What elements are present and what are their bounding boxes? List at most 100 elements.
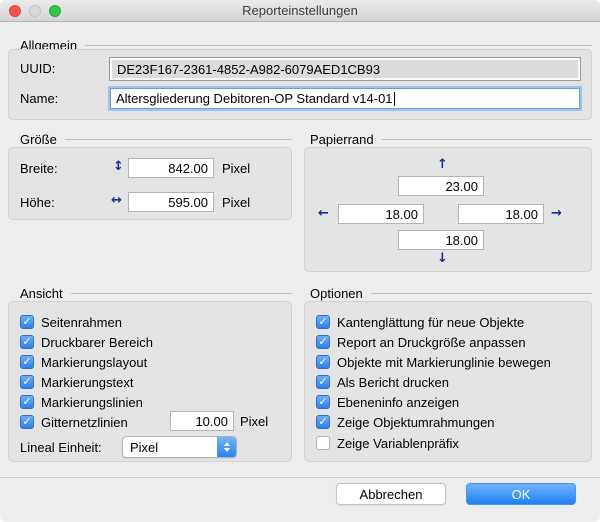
checkbox-label: Gitternetzlinien [41,415,128,430]
optionen-heading: Optionen [310,285,592,301]
heading-rule [71,293,292,294]
check-icon: ✓ [318,375,327,389]
checkbox-label: Markierungslayout [41,355,147,370]
checkbox-row-markierungslinien: ✓ Markierungslinien [20,394,143,410]
checkbox-label: Objekte mit Markierunglinie bewegen [337,355,551,370]
ok-button[interactable]: OK [466,483,576,505]
checkbox-label: Report an Druckgröße anpassen [337,335,526,350]
title-bar: Reporteinstellungen [0,0,600,22]
popup-selected-value: Pixel [123,440,217,455]
checkbox-label: Seitenrahmen [41,315,122,330]
lineal-einheit-popup[interactable]: Pixel [122,436,237,458]
report-settings-dialog: Reporteinstellungen Allgemein UUID: DE23… [0,0,600,522]
check-icon: ✓ [22,315,31,329]
check-icon: ✓ [318,415,327,429]
margin-right-arrow-icon: → [551,207,562,221]
close-button-icon[interactable] [9,5,21,17]
uuid-field: DE23F167-2361-4852-A982-6079AED1CB93 [110,58,580,80]
gitternetzlinien-checkbox[interactable]: ✓ [20,415,34,429]
margin-left-value: 18.00 [385,207,418,222]
druckbarer-bereich-checkbox[interactable]: ✓ [20,335,34,349]
heading-rule [382,139,592,140]
minimize-button-icon [29,5,41,17]
als-bericht-checkbox[interactable]: ✓ [316,375,330,389]
popup-chevrons-icon [217,437,236,457]
variablenpraefix-checkbox[interactable]: ✓ [316,436,330,450]
group-title-groesse: Größe [20,132,57,147]
check-icon: ✓ [22,415,31,429]
checkbox-row-seitenrahmen: ✓ Seitenrahmen [20,314,122,330]
ebeneninfo-checkbox[interactable]: ✓ [316,395,330,409]
objektumrahmungen-checkbox[interactable]: ✓ [316,415,330,429]
checkbox-row-variablenpraefix: ✓ Zeige Variablenpräfix [316,435,459,451]
footer-separator [0,477,600,478]
name-value: Altersgliederung Debitoren-OP Standard v… [116,91,393,106]
group-title-optionen: Optionen [310,286,363,301]
check-icon: ✓ [318,395,327,409]
breite-unit-label: Pixel [222,161,250,177]
checkbox-label: Als Bericht drucken [337,375,449,390]
group-title-papierrand: Papierrand [310,132,374,147]
checkbox-label: Zeige Variablenpräfix [337,436,459,451]
checkbox-row-markierungstext: ✓ Markierungstext [20,374,133,390]
check-icon: ✓ [318,335,327,349]
margin-top-input[interactable]: 23.00 [398,176,484,196]
text-caret [394,92,395,106]
hoehe-label: Höhe: [20,195,55,211]
markierungslayout-checkbox[interactable]: ✓ [20,355,34,369]
checkbox-row-gitternetzlinien: ✓ Gitternetzlinien [20,414,128,430]
margin-left-arrow-icon: ← [318,207,329,221]
margin-bottom-arrow-icon: ↓ [437,252,448,266]
vertical-arrows-icon: ↕ [113,160,124,174]
heading-rule [65,139,292,140]
markierungstext-checkbox[interactable]: ✓ [20,375,34,389]
checkbox-row-druckbarer-bereich: ✓ Druckbarer Bereich [20,334,153,350]
checkbox-label: Zeige Objektumrahmungen [337,415,495,430]
breite-input[interactable]: 842.00 [128,158,214,178]
breite-label: Breite: [20,161,58,177]
breite-value: 842.00 [168,161,208,176]
checkbox-label: Ebeneninfo anzeigen [337,395,459,410]
check-icon: ✓ [22,375,31,389]
margin-right-input[interactable]: 18.00 [458,204,544,224]
papierrand-heading: Papierrand [310,131,592,147]
checkbox-row-objektumrahmungen: ✓ Zeige Objektumrahmungen [316,414,495,430]
gitternetz-unit-label: Pixel [240,414,268,430]
hoehe-unit-label: Pixel [222,195,250,211]
heading-rule [85,45,592,46]
checkbox-row-markierungslayout: ✓ Markierungslayout [20,354,147,370]
checkbox-label: Kantenglättung für neue Objekte [337,315,524,330]
group-title-ansicht: Ansicht [20,286,63,301]
cancel-button[interactable]: Abbrechen [336,483,446,505]
gitternetz-input[interactable]: 10.00 [170,411,234,431]
check-icon: ✓ [318,355,327,369]
window-title: Reporteinstellungen [0,0,600,22]
kantenglaettung-checkbox[interactable]: ✓ [316,315,330,329]
groesse-heading: Größe [20,131,292,147]
name-input[interactable]: Altersgliederung Debitoren-OP Standard v… [110,88,580,109]
report-anpassen-checkbox[interactable]: ✓ [316,335,330,349]
heading-rule [371,293,592,294]
checkbox-label: Markierungslinien [41,395,143,410]
checkbox-row-als-bericht: ✓ Als Bericht drucken [316,374,449,390]
horizontal-arrows-icon: ↔ [111,194,122,208]
markierungslinien-checkbox[interactable]: ✓ [20,395,34,409]
checkbox-row-kantenglaettung: ✓ Kantenglättung für neue Objekte [316,314,524,330]
checkbox-row-report-anpassen: ✓ Report an Druckgröße anpassen [316,334,526,350]
checkbox-row-objekte-bewegen: ✓ Objekte mit Markierunglinie bewegen [316,354,551,370]
name-label: Name: [20,91,58,107]
seitenrahmen-checkbox[interactable]: ✓ [20,315,34,329]
margin-top-arrow-icon: ↑ [437,158,448,172]
margin-right-value: 18.00 [505,207,538,222]
margin-bottom-input[interactable]: 18.00 [398,230,484,250]
hoehe-input[interactable]: 595.00 [128,192,214,212]
margin-top-value: 23.00 [445,179,478,194]
check-icon: ✓ [22,335,31,349]
checkbox-label: Druckbarer Bereich [41,335,153,350]
zoom-button-icon[interactable] [49,5,61,17]
margin-left-input[interactable]: 18.00 [338,204,424,224]
uuid-label: UUID: [20,61,55,77]
ansicht-heading: Ansicht [20,285,292,301]
gitternetz-value: 10.00 [195,414,228,429]
objekte-bewegen-checkbox[interactable]: ✓ [316,355,330,369]
